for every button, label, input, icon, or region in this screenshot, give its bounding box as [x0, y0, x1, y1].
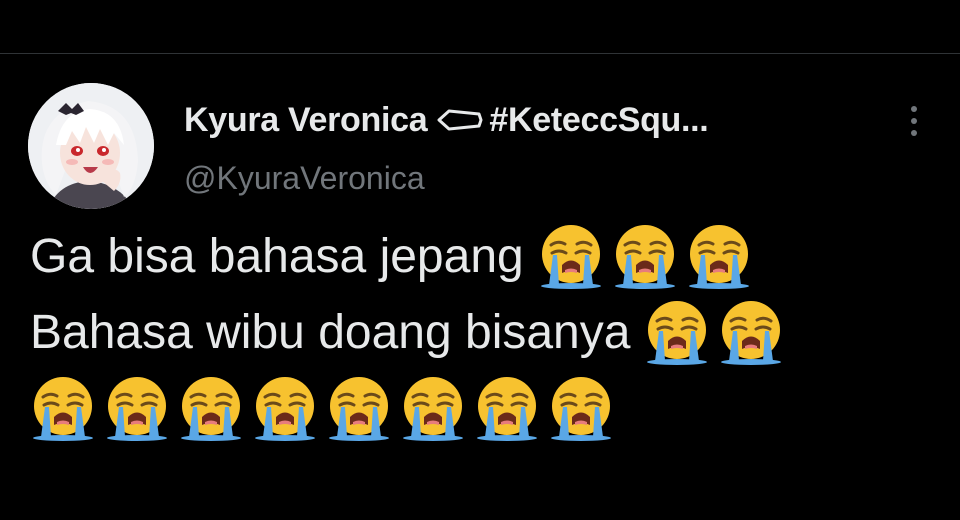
loudly-crying-face-emoji: [612, 223, 678, 289]
tweet-card: Kyura Veronica #KeteccSqu... @KyuraVeron…: [0, 0, 960, 520]
tweet-line: Ga bisa bahasa jepang: [30, 218, 940, 294]
divider: [0, 53, 960, 54]
loudly-crying-face-emoji: [474, 375, 540, 441]
loudly-crying-face-emoji: [104, 375, 170, 441]
loudly-crying-face-emoji: [326, 375, 392, 441]
more-vertical-icon[interactable]: [900, 103, 928, 139]
loudly-crying-face-emoji: [548, 375, 614, 441]
tweet-line: [30, 370, 940, 446]
loudly-crying-face-emoji: [644, 299, 710, 365]
loudly-crying-face-emoji: [400, 375, 466, 441]
tweet-line-text: Bahasa wibu doang bisanya: [30, 305, 631, 359]
anime-girl-avatar-icon: [28, 83, 154, 209]
tweet-line-text: Ga bisa bahasa jepang: [30, 229, 524, 283]
loudly-crying-face-emoji: [30, 375, 96, 441]
loudly-crying-face-emoji: [718, 299, 784, 365]
loudly-crying-face-emoji: [538, 223, 604, 289]
coffin-icon: [437, 108, 483, 132]
avatar[interactable]: [28, 83, 154, 209]
loudly-crying-face-emoji: [686, 223, 752, 289]
tweet-text: Ga bisa bahasa jepang Bahasa wibu doang …: [30, 218, 940, 446]
author-display-name[interactable]: Kyura Veronica: [184, 101, 428, 140]
author-handle[interactable]: @KyuraVeronica: [184, 160, 425, 197]
author-name-row[interactable]: Kyura Veronica #KeteccSqu...: [184, 98, 709, 142]
tweet-line: Bahasa wibu doang bisanya: [30, 294, 940, 370]
loudly-crying-face-emoji: [178, 375, 244, 441]
author-hashtag[interactable]: #KeteccSqu...: [489, 101, 708, 140]
loudly-crying-face-emoji: [252, 375, 318, 441]
